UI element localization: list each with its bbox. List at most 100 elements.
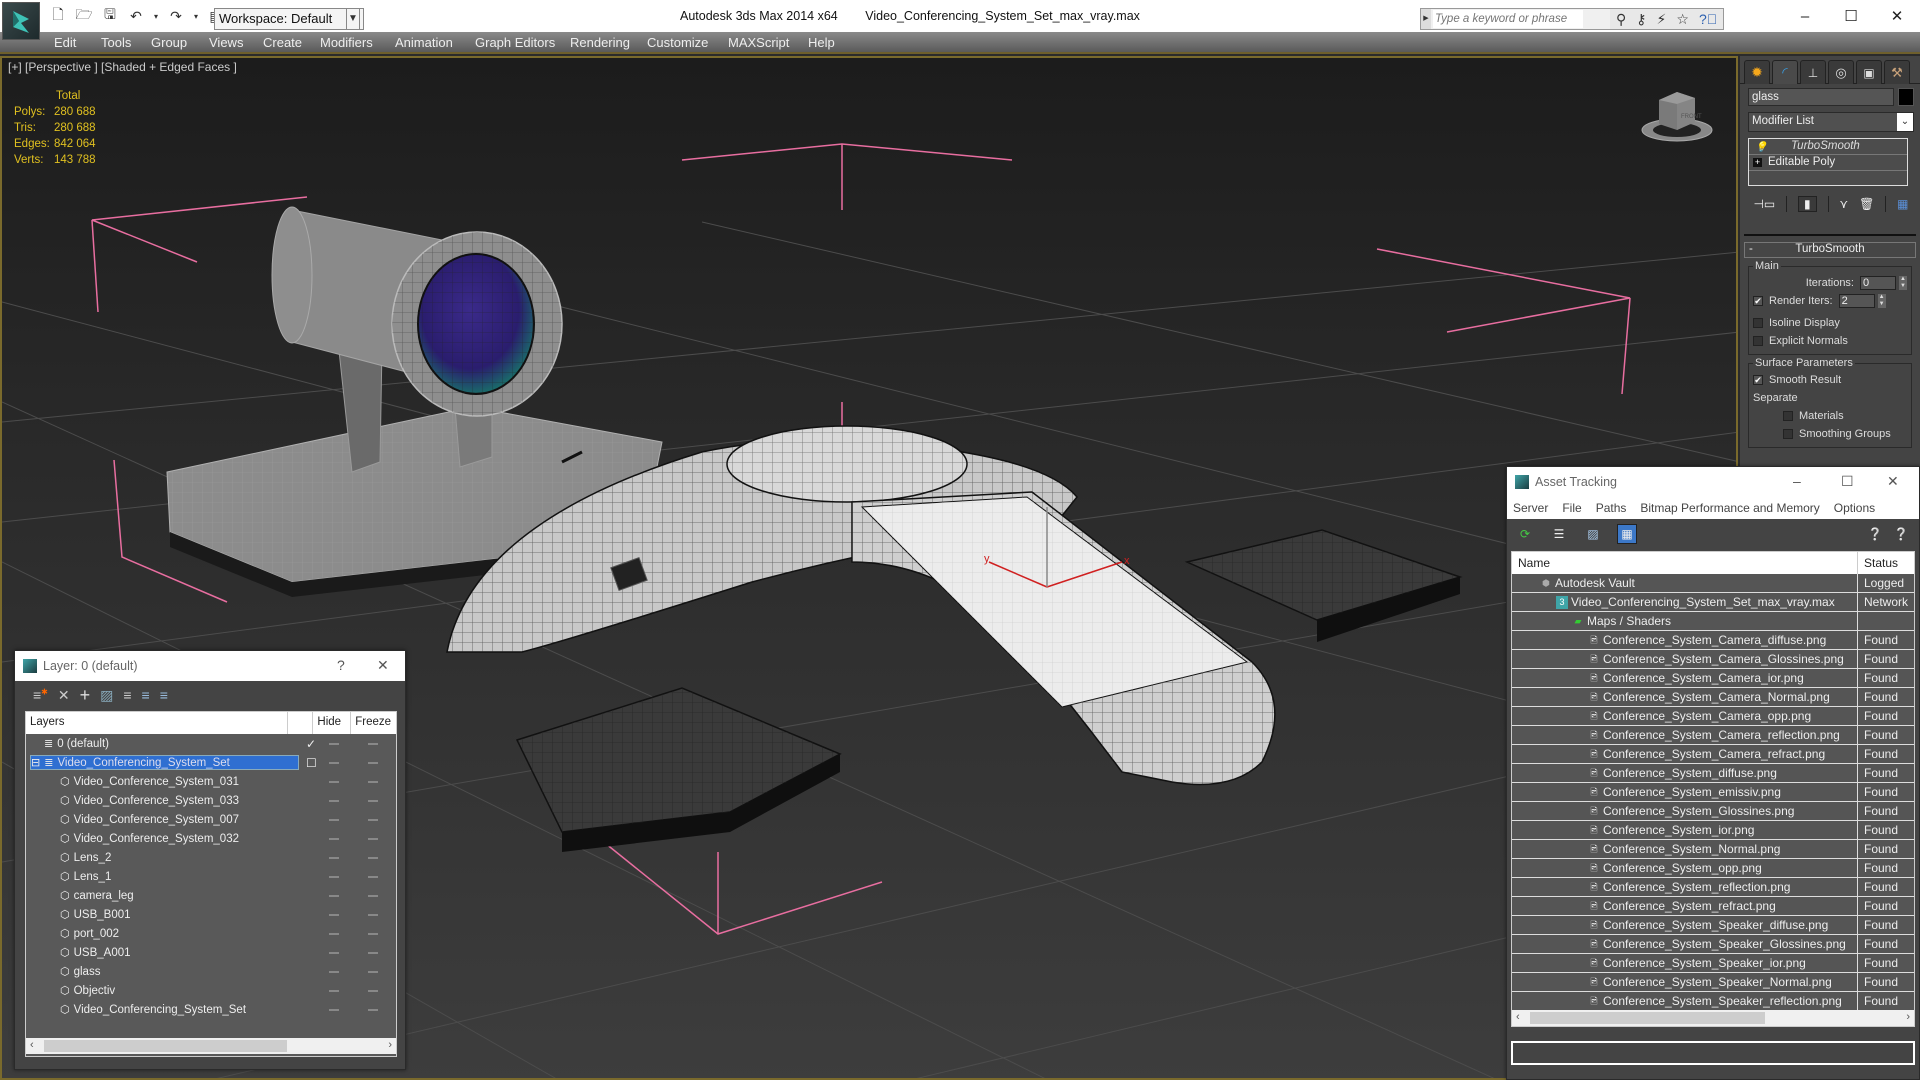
- stack-item-editable-poly[interactable]: + Editable Poly: [1749, 155, 1907, 171]
- stack-item-turbosmooth[interactable]: 💡 TurboSmooth: [1749, 139, 1907, 155]
- menu-views[interactable]: Views: [209, 35, 243, 50]
- asset-row[interactable]: 🖻 Conference_System_emissiv.png Found: [1512, 783, 1914, 802]
- asset-horizontal-scrollbar[interactable]: ‹ ›: [1512, 1010, 1914, 1026]
- freeze-toggle[interactable]: [368, 933, 378, 935]
- asset-row[interactable]: 🖻 Conference_System_Speaker_ior.png Found: [1512, 954, 1914, 973]
- create-tab[interactable]: ✹: [1744, 60, 1770, 84]
- display-tab[interactable]: ▣: [1856, 60, 1882, 84]
- layer-row-name[interactable]: ⬡ Video_Conferencing_System_Set: [60, 1003, 246, 1017]
- viewcube[interactable]: FRONT: [1637, 88, 1717, 151]
- hide-toggle[interactable]: [329, 933, 339, 935]
- spinner-arrows-icon[interactable]: ▲ ▼: [1877, 294, 1886, 308]
- qat-customize-button[interactable]: ▼: [346, 8, 360, 30]
- help-icon[interactable]: ❔: [1891, 524, 1911, 544]
- object-name-field[interactable]: [1748, 88, 1894, 106]
- minimize-button[interactable]: –: [1793, 473, 1801, 489]
- save-icon[interactable]: 🖫: [100, 6, 120, 26]
- viewport-label[interactable]: [+] [Perspective ] [Shaded + Edged Faces…: [8, 60, 237, 74]
- iterations-spinner[interactable]: 0: [1860, 276, 1896, 290]
- layer-row[interactable]: ⬡ Video_Conference_System_007: [26, 810, 396, 829]
- hide-toggle[interactable]: [329, 990, 339, 992]
- asset-row[interactable]: ⬢ Autodesk Vault Logged: [1512, 574, 1914, 593]
- scroll-right-icon[interactable]: ›: [388, 1039, 392, 1051]
- layer-row-name[interactable]: ⬡ port_002: [60, 927, 119, 941]
- menu-create[interactable]: Create: [263, 35, 302, 50]
- layer-row[interactable]: ⬡ Video_Conferencing_System_Set: [26, 1000, 396, 1019]
- asset-row[interactable]: 🖻 Conference_System_Camera_Glossines.png F…: [1512, 650, 1914, 669]
- column-layers[interactable]: Layers: [26, 712, 288, 734]
- asset-row[interactable]: 🖻 Conference_System_Camera_reflection.png…: [1512, 726, 1914, 745]
- asset-row[interactable]: 🖻 Conference_System_opp.png Found: [1512, 859, 1914, 878]
- layer-horizontal-scrollbar[interactable]: ‹ ›: [26, 1038, 396, 1054]
- layer-row-name[interactable]: ⬡ camera_leg: [60, 889, 134, 903]
- asset-row[interactable]: 🖻 Conference_System_Speaker_Normal.png Fou…: [1512, 973, 1914, 992]
- freeze-toggle[interactable]: [368, 762, 378, 764]
- layer-row[interactable]: ⊟ ≣ Video_Conferencing_System_Set ☐: [26, 753, 396, 772]
- freeze-toggle[interactable]: [368, 1009, 378, 1011]
- hide-toggle[interactable]: [329, 743, 339, 745]
- close-button[interactable]: ✕: [1887, 473, 1899, 490]
- layer-row-name[interactable]: ⬡ Video_Conference_System_033: [60, 794, 239, 808]
- asset-row[interactable]: 🖻 Conference_System_refract.png Found: [1512, 897, 1914, 916]
- render-iters-spinner[interactable]: 2: [1838, 294, 1875, 308]
- object-color-swatch[interactable]: [1898, 88, 1914, 106]
- undo-dropdown-icon[interactable]: ▾: [152, 6, 160, 26]
- hide-toggle[interactable]: [329, 819, 339, 821]
- undo-icon[interactable]: ↶: [126, 6, 146, 26]
- freeze-toggle[interactable]: [368, 838, 378, 840]
- asset-row[interactable]: 3 Video_Conferencing_System_Set_max_vray.…: [1512, 593, 1914, 612]
- list-view-icon[interactable]: ☰: [1549, 524, 1569, 544]
- binoculars-icon[interactable]: ⚲: [1616, 11, 1626, 28]
- collapse-icon[interactable]: ⊟: [31, 756, 40, 769]
- hide-toggle[interactable]: [329, 800, 339, 802]
- menu-rendering[interactable]: Rendering: [570, 35, 630, 50]
- freeze-toggle[interactable]: [368, 743, 378, 745]
- layer-row-name[interactable]: ⬡ USB_B001: [60, 908, 131, 922]
- menu-maxscript[interactable]: MAXScript: [728, 35, 789, 50]
- configure-modifier-sets-icon[interactable]: ▦: [1897, 197, 1908, 211]
- help-icon[interactable]: ?⃝: [1699, 11, 1717, 27]
- menu-tools[interactable]: Tools: [101, 35, 131, 50]
- tree-view-icon[interactable]: ▨: [1583, 524, 1603, 544]
- asset-menu-options[interactable]: Options: [1834, 501, 1875, 515]
- hide-toggle[interactable]: [329, 914, 339, 916]
- column-name[interactable]: Name: [1512, 552, 1858, 574]
- redo-icon[interactable]: ↷: [166, 6, 186, 26]
- lightbulb-icon[interactable]: 💡: [1755, 140, 1767, 155]
- add-to-layer-icon[interactable]: +: [80, 685, 91, 706]
- vault-help-icon[interactable]: ❔: [1865, 524, 1885, 544]
- explicit-normals-checkbox[interactable]: [1753, 336, 1763, 346]
- scroll-left-icon[interactable]: ‹: [30, 1039, 34, 1051]
- asset-row[interactable]: 🖻 Conference_System_reflection.png Found: [1512, 878, 1914, 897]
- asset-row[interactable]: 🖻 Conference_System_ior.png Found: [1512, 821, 1914, 840]
- layer-row[interactable]: ⬡ Video_Conference_System_032: [26, 829, 396, 848]
- hide-toggle[interactable]: [329, 762, 339, 764]
- layer-row[interactable]: ⬡ USB_B001: [26, 905, 396, 924]
- freeze-toggle[interactable]: [368, 819, 378, 821]
- scroll-right-icon[interactable]: ›: [1906, 1011, 1910, 1023]
- redo-dropdown-icon[interactable]: ▾: [192, 6, 200, 26]
- asset-row[interactable]: 🖻 Conference_System_Camera_refract.png Fou…: [1512, 745, 1914, 764]
- utilities-tab[interactable]: ⚒: [1884, 60, 1910, 84]
- refresh-icon[interactable]: ⟳: [1515, 524, 1535, 544]
- asset-row[interactable]: 🖻 Conference_System_Camera_opp.png Found: [1512, 707, 1914, 726]
- asset-row[interactable]: 🖻 Conference_System_Camera_ior.png Found: [1512, 669, 1914, 688]
- layer-row-name[interactable]: ≣ 0 (default): [44, 737, 109, 751]
- hide-toggle[interactable]: [329, 895, 339, 897]
- asset-row[interactable]: 🖻 Conference_System_Glossines.png Found: [1512, 802, 1914, 821]
- asset-menu-server[interactable]: Server: [1513, 501, 1548, 515]
- search-input[interactable]: [1433, 10, 1583, 28]
- highlight-layer-icon[interactable]: ≡: [123, 687, 131, 703]
- freeze-toggle[interactable]: [368, 857, 378, 859]
- close-button[interactable]: ✕: [1874, 0, 1920, 32]
- scroll-left-icon[interactable]: ‹: [1516, 1011, 1520, 1023]
- layer-row-name[interactable]: ⬡ Objectiv: [60, 984, 115, 998]
- menu-edit[interactable]: Edit: [54, 35, 76, 50]
- freeze-toggle[interactable]: [368, 952, 378, 954]
- select-objects-icon[interactable]: ▨: [100, 687, 113, 704]
- layer-row[interactable]: ⬡ port_002: [26, 924, 396, 943]
- freeze-toggle[interactable]: [368, 990, 378, 992]
- modify-tab[interactable]: ◜: [1772, 60, 1798, 84]
- layer-row-name[interactable]: ⬡ Video_Conference_System_031: [60, 775, 239, 789]
- freeze-toggle[interactable]: [368, 895, 378, 897]
